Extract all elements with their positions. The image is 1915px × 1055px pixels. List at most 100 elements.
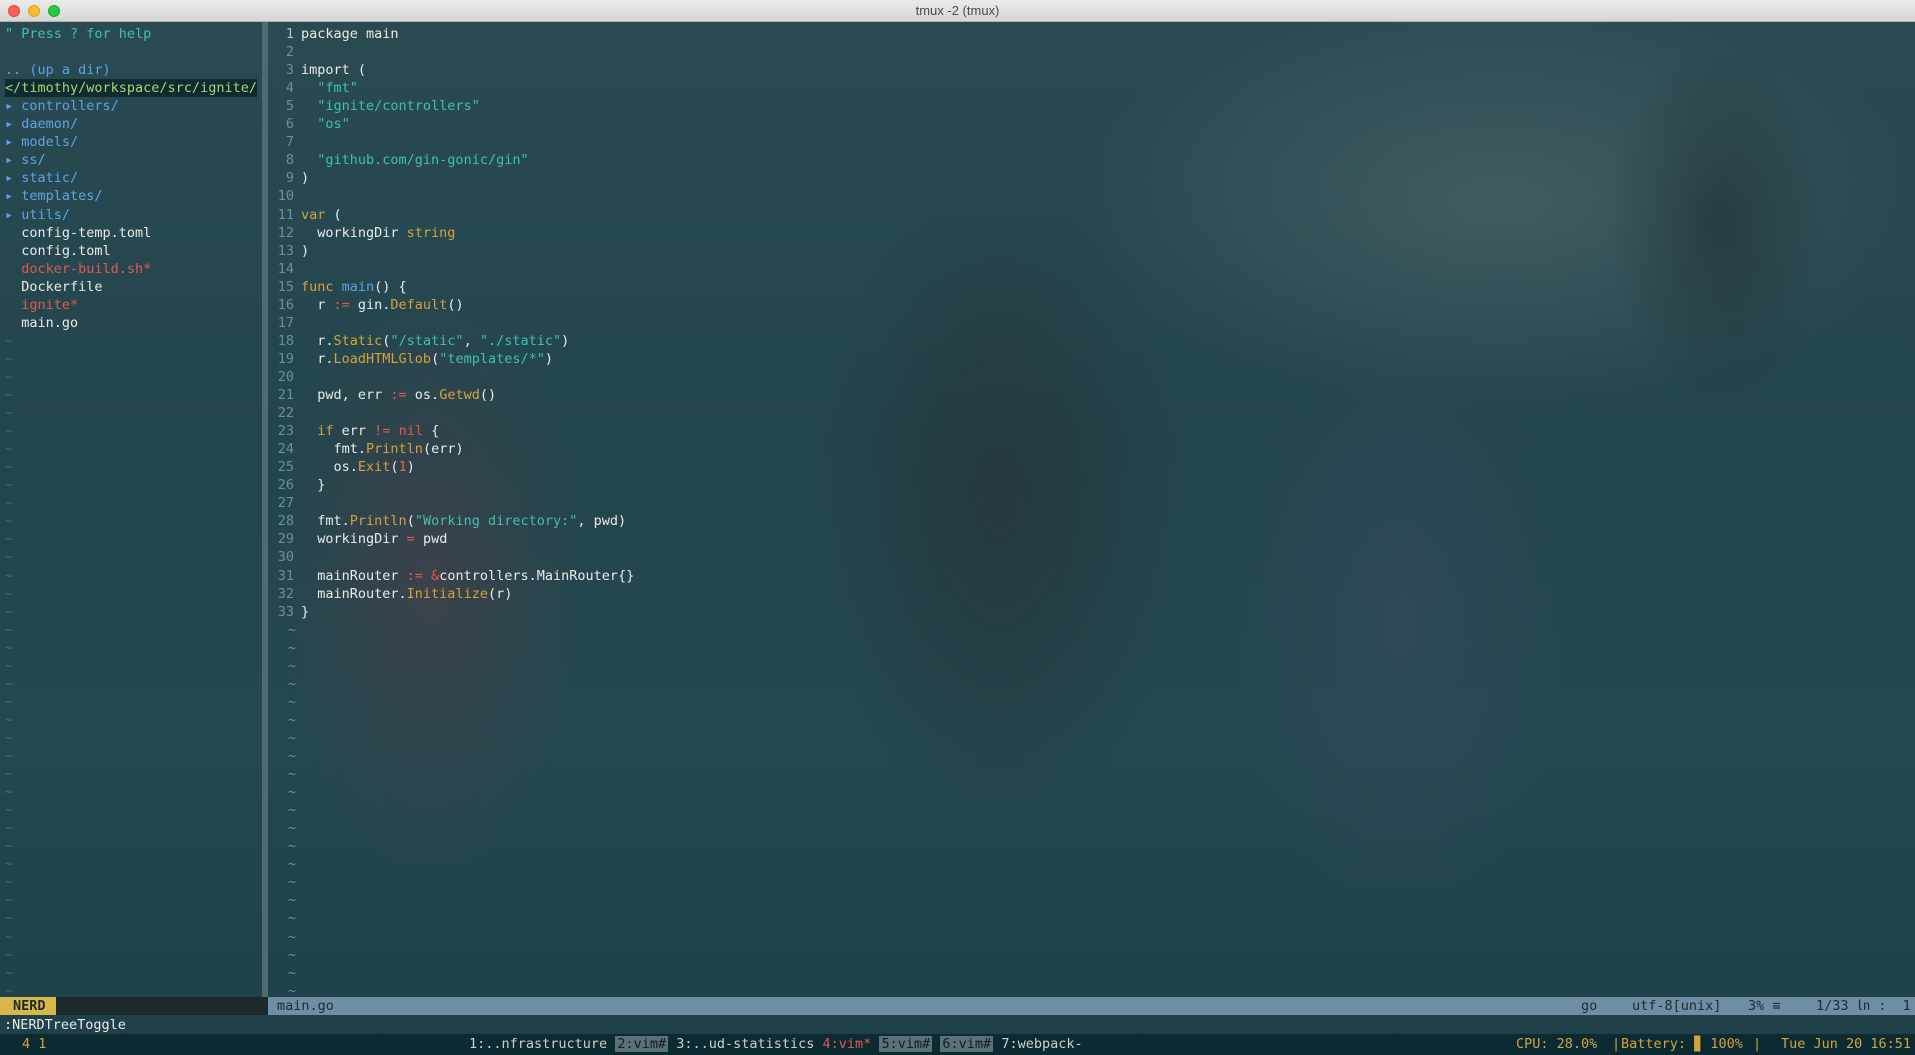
code-line[interactable]: r.LoadHTMLGlob("templates/*") [301, 350, 553, 368]
empty-line-tilde: ~ [5, 441, 14, 458]
line-number: 13 [277, 242, 294, 259]
folder-collapsed-icon: ▸ [5, 134, 22, 151]
line-number: 25 [277, 459, 294, 476]
empty-line-tilde: ~ [5, 387, 14, 403]
status-encoding: utf-8[unix] [1632, 998, 1722, 1014]
code-line[interactable]: ) [301, 242, 309, 260]
empty-line-tilde: ~ [287, 928, 296, 945]
tmux-window-tab[interactable]: 5:vim# [879, 1036, 933, 1052]
empty-line-tilde: ~ [5, 892, 14, 909]
nerdtree-root-path[interactable]: </timothy/workspace/src/ignite/ [5, 79, 257, 98]
empty-line-tilde: ~ [5, 711, 14, 728]
code-line[interactable]: mainRouter := &controllers.MainRouter{} [301, 567, 634, 585]
line-number: 33 [277, 603, 294, 620]
tmux-window-tab[interactable]: 3:..ud-statistics [676, 1036, 814, 1052]
tmux-datetime: Tue Jun 20 16:51 [1781, 1036, 1912, 1052]
line-number: 5 [285, 98, 294, 115]
nerdtree-entry-config-temp-toml[interactable]: config-temp.toml [5, 224, 151, 242]
nerdtree-status-fill [56, 997, 268, 1015]
nerdtree-entry-name: docker-build.sh* [21, 260, 152, 277]
code-line[interactable]: workingDir string [301, 224, 455, 242]
code-line[interactable]: "ignite/controllers" [301, 97, 480, 115]
status-filetype: go [1581, 998, 1598, 1014]
empty-line-tilde: ~ [5, 928, 14, 945]
empty-line-tilde: ~ [287, 784, 296, 801]
line-number: 18 [277, 332, 294, 349]
nerdtree-entry-main-go[interactable]: main.go [5, 314, 78, 332]
empty-line-tilde: ~ [287, 639, 296, 656]
code-line[interactable]: pwd, err := os.Getwd() [301, 386, 496, 404]
tmux-sep-1: | [1612, 1036, 1621, 1052]
empty-line-tilde: ~ [5, 567, 14, 584]
folder-collapsed-icon: ▸ [5, 206, 22, 223]
code-line[interactable]: r := gin.Default() [301, 296, 463, 314]
tmux-window-tab[interactable]: 7:webpack- [1001, 1036, 1082, 1052]
nerdtree-entry-config-toml[interactable]: config.toml [5, 242, 111, 260]
nerdtree-entry-name: utils/ [21, 206, 71, 223]
line-number: 6 [285, 116, 294, 133]
nerdtree-entry-name: config.toml [21, 242, 111, 259]
tmux-session: 4 1 [22, 1036, 47, 1052]
code-line[interactable]: r.Static("/static", "./static") [301, 332, 569, 350]
code-line[interactable]: ) [301, 169, 309, 187]
nerdtree-entry-ignite[interactable]: ignite* [5, 296, 78, 314]
nerdtree-entry-controllers[interactable]: ▸ controllers/ [5, 97, 119, 115]
status-percent: 3% ≡ [1748, 998, 1781, 1014]
nerdtree-entry-utils[interactable]: ▸ utils/ [5, 206, 70, 224]
code-line[interactable]: mainRouter.Initialize(r) [301, 585, 512, 603]
empty-line-tilde: ~ [287, 856, 296, 873]
code-line[interactable]: if err != nil { [301, 422, 439, 440]
empty-line-tilde: ~ [5, 856, 14, 873]
tmux-window-tab[interactable]: 2:vim# [615, 1036, 669, 1052]
empty-line-tilde: ~ [287, 693, 296, 710]
empty-line-tilde: ~ [5, 423, 14, 440]
tmux-window-list: 1:..nfrastructure 2:vim# 3:..ud-statisti… [469, 1034, 1083, 1055]
editor-pane[interactable]: 1 2 3 4 5 6 7 8 9 10 11 12 13 14 15 16 17 18 19 20 21 22 23 24 2… [268, 22, 1915, 999]
line-number: 21 [277, 387, 294, 403]
code-line[interactable]: package main [301, 25, 399, 43]
vim-statusline: NERD main.go go utf-8[unix] 3% ≡ 1/33 ㏑ … [0, 997, 1915, 1015]
tmux-cpu: CPU: 28.0% [1516, 1036, 1598, 1052]
nerdtree-entry-ss[interactable]: ▸ ss/ [5, 151, 46, 169]
code-line[interactable]: workingDir = pwd [301, 530, 447, 548]
tmux-window-tab[interactable]: 6:vim# [940, 1036, 994, 1052]
nerdtree-entry-docker-build-sh[interactable]: docker-build.sh* [5, 260, 151, 278]
tmux-window-tab[interactable]: 1:..nfrastructure [469, 1036, 607, 1052]
vim-command-line[interactable]: :NERDTreeToggle [4, 1016, 126, 1034]
terminal[interactable]: " Press ? for help .. (up a dir) </timothy… [0, 22, 1915, 1055]
code-line[interactable]: } [301, 476, 325, 494]
line-number: 26 [277, 477, 294, 494]
empty-line-tilde: ~ [5, 513, 14, 530]
code-line[interactable]: fmt.Println(err) [301, 440, 464, 458]
nerdtree-entry-templates[interactable]: ▸ templates/ [5, 187, 103, 205]
empty-line-tilde: ~ [287, 892, 296, 909]
empty-line-tilde: ~ [287, 946, 296, 963]
nerdtree-entry-daemon[interactable]: ▸ daemon/ [5, 115, 78, 133]
line-number: 11 [277, 206, 294, 223]
folder-collapsed-icon: ▸ [5, 98, 22, 115]
empty-line-tilde: ~ [287, 802, 296, 819]
nerdtree-entry-models[interactable]: ▸ models/ [5, 133, 78, 151]
tmux-window-tab[interactable]: 4:vim* [823, 1036, 872, 1052]
code-line[interactable]: } [301, 603, 309, 621]
nerdtree-pane[interactable]: " Press ? for help .. (up a dir) </timothy… [0, 22, 262, 999]
code-line[interactable]: "fmt" [301, 79, 358, 97]
empty-line-tilde: ~ [287, 729, 296, 746]
code-line[interactable]: import ( [301, 61, 366, 79]
status-position: 1/33 ㏑ : 1 [1816, 998, 1911, 1014]
nerdtree-entry-dockerfile[interactable]: Dockerfile [5, 278, 102, 296]
code-line[interactable]: "os" [301, 115, 350, 133]
empty-line-tilde: ~ [5, 405, 14, 422]
code-line[interactable]: "github.com/gin-gonic/gin" [301, 151, 528, 169]
empty-line-tilde: ~ [5, 332, 14, 349]
code-line[interactable]: fmt.Println("Working directory:", pwd) [301, 512, 626, 530]
code-line[interactable]: var ( [301, 206, 342, 224]
nerdtree-mode-indicator: NERD [0, 997, 66, 1015]
nerdtree-entry-static[interactable]: ▸ static/ [5, 169, 78, 187]
empty-line-tilde: ~ [5, 459, 14, 476]
code-line[interactable]: os.Exit(1) [301, 458, 415, 476]
empty-line-tilde: ~ [5, 874, 14, 891]
folder-collapsed-icon: ▸ [5, 152, 22, 169]
code-line[interactable]: func main() { [301, 278, 407, 296]
nerdtree-up-dir[interactable]: .. (up a dir) [5, 61, 111, 79]
